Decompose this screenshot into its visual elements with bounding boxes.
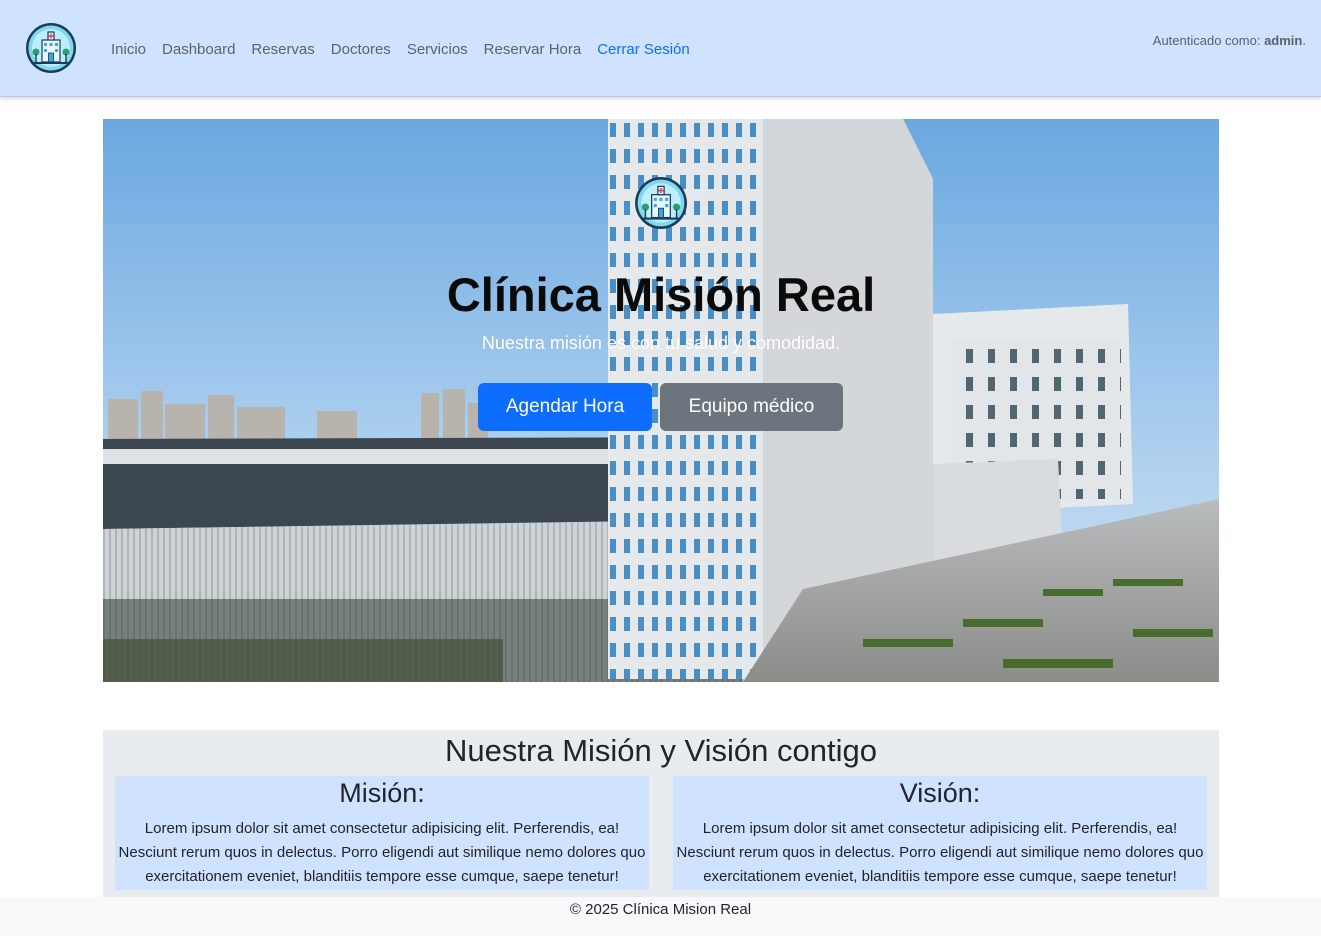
vision-text: Lorem ipsum dolor sit amet consectetur a… bbox=[676, 820, 1204, 885]
hero-buttons: Agendar Hora Equipo médico bbox=[478, 383, 843, 431]
hero-logo-icon bbox=[635, 177, 687, 229]
nav-link-reservar-hora[interactable]: Reservar Hora bbox=[484, 41, 582, 58]
mission-vision-section: Nuestra Misión y Visión contigo Misión: … bbox=[103, 730, 1219, 900]
mission-heading: Misión: bbox=[339, 778, 425, 808]
auth-prefix: Autenticado como: bbox=[1152, 33, 1265, 48]
auth-username: admin bbox=[1264, 33, 1303, 48]
mission-text: Lorem ipsum dolor sit amet consectetur a… bbox=[118, 820, 646, 885]
equipo-medico-button[interactable]: Equipo médico bbox=[660, 383, 843, 431]
nav-link-reservas[interactable]: Reservas bbox=[251, 41, 314, 58]
nav-links: Inicio Dashboard Reservas Doctores Servi… bbox=[111, 38, 690, 60]
hero-section: Clínica Misión Real Nuestra misión es co… bbox=[103, 119, 1219, 682]
hero-subtitle: Nuestra misión es con tu salud y comodid… bbox=[481, 333, 841, 353]
hospital-logo-icon[interactable] bbox=[25, 22, 77, 74]
nav-link-servicios[interactable]: Servicios bbox=[407, 41, 468, 58]
navbar: Inicio Dashboard Reservas Doctores Servi… bbox=[0, 0, 1321, 97]
auth-status: Autenticado como: admin. bbox=[1153, 33, 1306, 48]
footer: © 2025 Clínica Mision Real bbox=[0, 897, 1321, 936]
mission-vision-title: Nuestra Misión y Visión contigo bbox=[445, 733, 877, 768]
nav-link-dashboard[interactable]: Dashboard bbox=[162, 41, 235, 58]
nav-link-doctores[interactable]: Doctores bbox=[331, 41, 391, 58]
vision-heading: Visión: bbox=[899, 778, 981, 808]
footer-copyright: © 2025 Clínica Mision Real bbox=[569, 901, 752, 918]
mission-card: Misión: Lorem ipsum dolor sit amet conse… bbox=[115, 776, 649, 890]
logout-link[interactable]: Cerrar Sesión bbox=[597, 41, 690, 58]
hero-title: Clínica Misión Real bbox=[446, 268, 876, 321]
vision-card: Visión: Lorem ipsum dolor sit amet conse… bbox=[673, 776, 1207, 890]
agendar-hora-button[interactable]: Agendar Hora bbox=[478, 383, 652, 431]
auth-suffix: . bbox=[1302, 33, 1306, 48]
nav-link-inicio[interactable]: Inicio bbox=[111, 41, 146, 58]
